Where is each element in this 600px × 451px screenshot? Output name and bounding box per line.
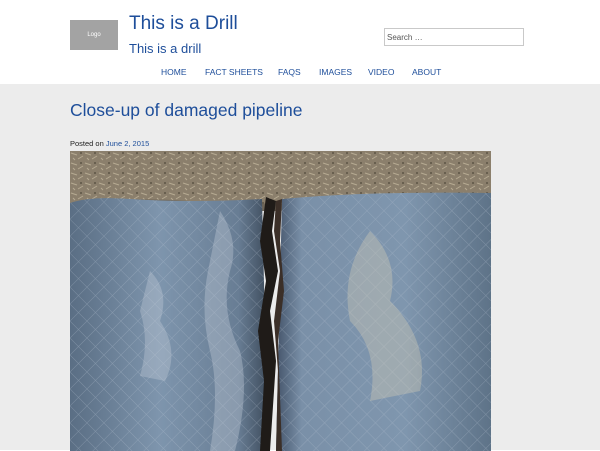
posted-on-label: Posted on	[70, 139, 104, 148]
search-input[interactable]	[384, 28, 524, 46]
main-content: Close-up of damaged pipeline Posted on J…	[0, 84, 600, 451]
nav-item-faqs[interactable]: FAQS	[278, 67, 301, 77]
nav-item-fact-sheets[interactable]: FACT SHEETS	[205, 67, 263, 77]
damaged-pipeline-photo[interactable]	[70, 151, 491, 451]
post-title[interactable]: Close-up of damaged pipeline	[70, 99, 303, 121]
main-navigation: HOME FACT SHEETS FAQS IMAGES VIDEO ABOUT	[0, 67, 600, 81]
site-logo[interactable]: Logo	[70, 20, 118, 50]
pipeline-photo-illustration	[70, 151, 491, 451]
site-header: Logo This is a Drill This is a drill HOM…	[0, 0, 600, 84]
site-title-link[interactable]: This is a Drill	[129, 13, 238, 35]
nav-item-about[interactable]: ABOUT	[412, 67, 441, 77]
nav-item-video[interactable]: VIDEO	[368, 67, 394, 77]
post-date-link[interactable]: June 2, 2015	[106, 139, 149, 148]
site-tagline: This is a drill	[129, 41, 202, 56]
nav-item-home[interactable]: HOME	[161, 67, 187, 77]
post-meta: Posted on June 2, 2015	[70, 139, 149, 148]
nav-item-images[interactable]: IMAGES	[319, 67, 352, 77]
